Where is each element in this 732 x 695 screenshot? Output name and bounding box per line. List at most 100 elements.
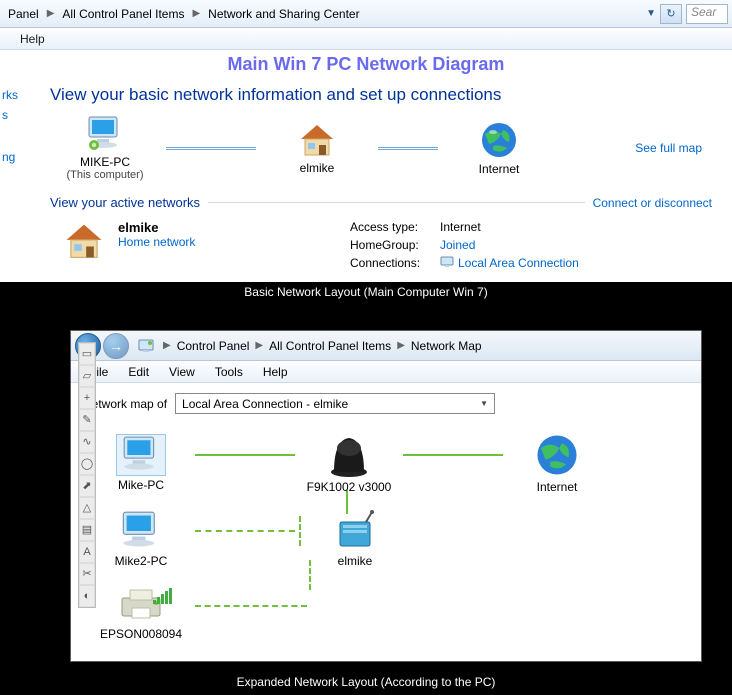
active-network-type-link[interactable]: Home network xyxy=(118,235,195,249)
kv-access-value: Internet xyxy=(440,218,481,236)
refresh-button[interactable]: ↻ xyxy=(660,4,682,24)
node-this-pc[interactable]: MIKE-PC (This computer) xyxy=(50,115,160,181)
left-nav: rks s ng xyxy=(0,81,30,282)
tool-icon[interactable]: ✎ xyxy=(79,409,95,431)
tool-icon[interactable]: ∿ xyxy=(79,431,95,453)
node-this-pc-label: MIKE-PC xyxy=(50,155,160,169)
node-elmike-label: elmike xyxy=(262,161,372,175)
network-map-window: ← → ▶ Control Panel ▶ All Control Panel … xyxy=(70,330,702,662)
menu-tools[interactable]: Tools xyxy=(205,365,253,379)
kv-connections-link[interactable]: Local Area Connection xyxy=(440,254,579,272)
map-node-mike-pc[interactable]: Mike-PC xyxy=(91,434,191,492)
crumb-allitems[interactable]: All Control Panel Items xyxy=(58,5,188,23)
menu-view[interactable]: View xyxy=(159,365,205,379)
diagram-title: Main Win 7 PC Network Diagram xyxy=(0,50,732,81)
crumb-panel[interactable]: Panel xyxy=(4,5,43,23)
map-node-label: Internet xyxy=(507,480,607,494)
connection-line xyxy=(378,147,438,150)
globe-icon xyxy=(479,120,519,160)
menu-help[interactable]: Help xyxy=(12,32,53,46)
monitor-icon xyxy=(440,255,454,269)
chevron-right-icon: ▶ xyxy=(253,340,265,351)
map-node-router[interactable]: F9K1002 v3000 xyxy=(299,432,399,494)
tool-icon[interactable]: ⬈ xyxy=(79,475,95,497)
control-panel-icon xyxy=(137,337,155,355)
active-networks-heading: View your active networks xyxy=(50,195,200,210)
solid-link xyxy=(195,454,295,456)
kv-connections-label: Connections: xyxy=(350,254,440,272)
menu-help[interactable]: Help xyxy=(253,365,298,379)
map-node-mike2-pc[interactable]: Mike2-PC xyxy=(91,510,191,568)
editor-toolbox[interactable]: ▭ ▱ + ✎ ∿ ◯ ⬈ △ ▤ A ✂ ◐ xyxy=(78,342,96,608)
dashed-link xyxy=(195,605,307,607)
network-map-of-select[interactable]: Local Area Connection - elmike ▼ xyxy=(175,393,495,414)
left-link-3[interactable]: ng xyxy=(2,147,30,167)
node-internet-label: Internet xyxy=(444,162,554,176)
chevron-right-icon: ▶ xyxy=(161,340,173,351)
network-map-of-value: Local Area Connection - elmike xyxy=(182,397,348,411)
tool-icon[interactable]: ▤ xyxy=(79,519,95,541)
page-heading: View your basic network information and … xyxy=(50,81,712,115)
computer-icon xyxy=(116,510,166,552)
kv-homegroup-label: HomeGroup: xyxy=(350,236,440,254)
menu-bar: File Edit View Tools Help xyxy=(71,361,701,383)
tool-icon[interactable]: ◐ xyxy=(79,585,95,607)
router-icon xyxy=(324,432,374,478)
network-device-icon xyxy=(332,510,378,552)
connection-line xyxy=(166,147,256,150)
node-internet[interactable]: Internet xyxy=(444,120,554,176)
divider xyxy=(208,202,585,203)
crumb-all-items[interactable]: All Control Panel Items xyxy=(265,337,395,355)
active-network-block[interactable]: elmike Home network xyxy=(50,216,350,272)
search-input[interactable]: Sear xyxy=(686,4,728,24)
house-icon xyxy=(60,220,108,262)
tool-icon[interactable]: A xyxy=(79,541,95,563)
see-full-map-link[interactable]: See full map xyxy=(635,141,712,155)
map-node-elmike-device[interactable]: elmike xyxy=(305,510,405,568)
computer-icon xyxy=(83,115,127,153)
active-network-name: elmike xyxy=(118,220,195,235)
tool-icon[interactable]: △ xyxy=(79,497,95,519)
crumb-network-sharing[interactable]: Network and Sharing Center xyxy=(204,5,363,23)
solid-link xyxy=(403,454,503,456)
address-bar[interactable]: Panel ▶ All Control Panel Items ▶ Networ… xyxy=(0,0,732,28)
house-icon xyxy=(295,121,339,159)
map-node-internet[interactable]: Internet xyxy=(507,432,607,494)
tool-icon[interactable]: ✂ xyxy=(79,563,95,585)
map-node-label: Mike-PC xyxy=(91,478,191,492)
computer-icon xyxy=(116,434,166,476)
tool-icon[interactable]: ▱ xyxy=(79,365,95,387)
tool-icon[interactable]: + xyxy=(79,387,95,409)
forward-button[interactable]: → xyxy=(103,333,129,359)
caption-bottom: Expanded Network Layout (According to th… xyxy=(0,672,732,692)
menu-bar: Help xyxy=(0,28,732,50)
crumb-control-panel[interactable]: Control Panel xyxy=(173,337,254,355)
caption-top: Basic Network Layout (Main Computer Win … xyxy=(0,282,732,302)
globe-icon xyxy=(534,432,580,478)
map-node-label: Mike2-PC xyxy=(91,554,191,568)
chevron-right-icon: ▶ xyxy=(188,8,204,19)
tool-icon[interactable]: ▭ xyxy=(79,343,95,365)
node-elmike[interactable]: elmike xyxy=(262,121,372,175)
dashed-link xyxy=(195,530,295,532)
chevron-right-icon: ▶ xyxy=(395,340,407,351)
menu-edit[interactable]: Edit xyxy=(118,365,159,379)
crumb-network-map[interactable]: Network Map xyxy=(407,337,486,355)
map-node-label: F9K1002 v3000 xyxy=(299,480,399,494)
chevron-down-icon[interactable]: ▼ xyxy=(642,8,660,19)
left-link-2[interactable]: s xyxy=(2,105,30,125)
map-node-label: elmike xyxy=(305,554,405,568)
connect-disconnect-link[interactable]: Connect or disconnect xyxy=(593,196,712,210)
kv-homegroup-link[interactable]: Joined xyxy=(440,236,475,254)
node-this-pc-sub: (This computer) xyxy=(50,169,160,181)
nav-bar: ← → ▶ Control Panel ▶ All Control Panel … xyxy=(71,331,701,361)
kv-access-label: Access type: xyxy=(350,218,440,236)
map-node-printer[interactable]: EPSON008094 xyxy=(91,586,191,641)
tool-icon[interactable]: ◯ xyxy=(79,453,95,475)
chevron-down-icon: ▼ xyxy=(480,399,488,408)
dashed-link-vertical xyxy=(299,516,301,546)
map-node-label: EPSON008094 xyxy=(91,627,191,641)
left-link-1[interactable]: rks xyxy=(2,85,30,105)
chevron-right-icon: ▶ xyxy=(43,8,59,19)
wifi-signal-icon xyxy=(153,588,172,604)
